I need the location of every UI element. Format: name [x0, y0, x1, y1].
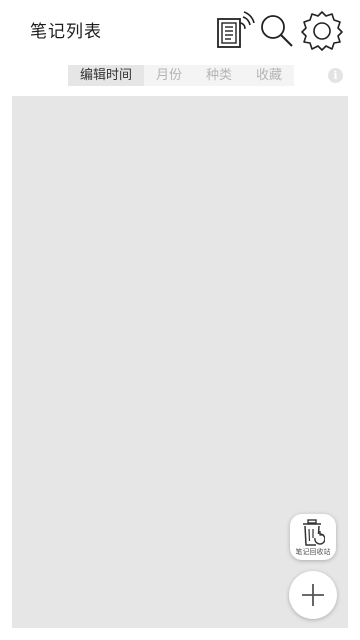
add-note-button[interactable]: [289, 571, 337, 619]
page-title: 笔记列表: [30, 22, 102, 42]
tab-month[interactable]: 月份: [144, 65, 194, 86]
search-icon[interactable]: [257, 10, 297, 50]
plus-icon: [302, 584, 324, 606]
trash-icon: [303, 519, 325, 546]
info-icon[interactable]: i: [328, 68, 343, 83]
sort-tabs: 编辑时间 月份 种类 收藏: [68, 65, 294, 86]
nfc-notes-icon[interactable]: [214, 10, 256, 50]
tab-favorites[interactable]: 收藏: [244, 65, 294, 86]
recycle-bin-label: 笔记回收站: [295, 548, 331, 556]
tab-edit-time[interactable]: 编辑时间: [68, 65, 144, 86]
tab-category[interactable]: 种类: [194, 65, 244, 86]
recycle-bin-button[interactable]: 笔记回收站: [290, 514, 336, 560]
settings-gear-icon[interactable]: [300, 10, 344, 51]
